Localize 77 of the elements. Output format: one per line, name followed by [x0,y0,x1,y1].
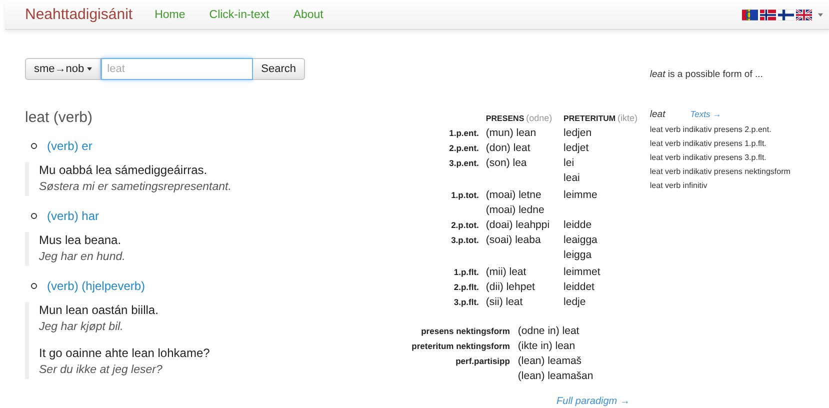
example-translation: Ser du ikke at jeg leser? [39,363,162,378]
flag-icon[interactable] [742,8,758,20]
bullet-icon [31,283,37,289]
paradigm-form: (son) lea [486,156,528,171]
paradigm-form: leigga [564,248,593,263]
analysis-text: leat verb indikativ presens 1.p.flt. [650,138,768,150]
bullet-icon [31,143,37,149]
language-dropdown[interactable]: sme→nob [25,58,102,80]
example-translation: Jeg har en hund. [39,250,126,265]
paradigm-form: (mun) lean [486,126,538,141]
row-label: presens nektingsform [420,325,510,338]
example-sentence: Mun lean oastán biilla. [39,302,158,319]
analysis-text: leat verb indikativ presens nektingsform [650,166,792,178]
row-label: 2.p.ent. [448,142,479,155]
paradigm-form: ledjen [564,126,593,141]
intro-text: leat is a possible form of ... [650,69,764,80]
row-label: preteritum nektingsform [410,340,510,353]
analysis-text: leat verb indikativ presens 3.p.flt. [650,152,768,164]
caret-icon[interactable] [818,12,823,16]
sense-link[interactable]: (verb) har [47,209,100,223]
flag-icon[interactable] [760,8,776,20]
row-label: 2.p.tot. [450,219,479,232]
column-heading: PRETERITUM [564,114,616,123]
column-heading: PRESENS [486,114,524,123]
row-label: 2.p.flt. [452,281,479,294]
texts-link[interactable]: Texts → [690,109,722,119]
example-translation: Søstera mi er sametingsrepresentant. [39,180,232,195]
flag-icon[interactable] [796,8,812,20]
paradigm-form: leimmet [564,265,602,280]
analysis-text: leat verb indikativ presens 2.p.ent. [650,124,772,136]
sense-link[interactable]: (verb) er [47,139,92,153]
analysis-text: leat verb infinitiv [650,180,708,192]
row-label: 3.p.tot. [450,234,479,247]
paradigm-form: (don) leat [486,141,532,156]
column-note: (ikte) [618,113,638,123]
row-label: 3.p.ent. [448,157,479,170]
paradigm-form: leimme [564,188,598,203]
row-label: perf.partisipp [454,355,510,368]
brand-link[interactable]: Neahttadigisánit [25,6,133,23]
paradigm-form: (ikte in) lean [518,339,576,354]
paradigm-form: ledjet [564,141,590,156]
paradigm-form: (lean) leamaš [518,354,583,369]
full-paradigm-link[interactable]: Full paradigm → [556,396,630,407]
paradigm-form: leiddet [564,280,596,295]
paradigm-form: leidde [564,218,593,233]
paradigm-form: (moai) letne [486,188,542,203]
paradigm-form: (moai) ledne [486,203,546,218]
sense-link[interactable]: (verb) (hjelpeverb) [47,279,146,293]
bullet-icon [31,213,37,219]
paradigm-form: (sii) leat [486,295,524,310]
caret-icon [87,67,92,71]
example-sentence: Mus lea beana. [39,232,122,249]
entry-title: leat (verb) [25,109,94,126]
nav-link[interactable]: Home [154,8,186,20]
nav-link[interactable]: About [293,8,324,20]
example-sentence: Mu oabbá lea sámediggeáirras. [39,162,208,179]
lemma-text: leat [650,109,666,120]
row-label: 1.p.tot. [450,189,479,202]
nav-link[interactable]: Click-in-text [209,8,270,20]
paradigm-form: leaigga [564,233,598,248]
paradigm-form: (soai) leaba [486,233,542,248]
paradigm-form: (odne in) leat [518,324,580,339]
paradigm-form: (lean) leamašan [518,369,594,384]
example-sentence: It go oainne ahte lean lohkame? [39,345,210,362]
paradigm-form: lei [564,156,576,171]
paradigm-form: (doai) leahppi [486,218,551,233]
example-translation: Jeg har kjøpt bil. [39,320,124,335]
search-button[interactable]: Search [253,58,305,80]
row-label: 1.p.ent. [448,127,479,140]
row-label: 3.p.flt. [452,296,479,309]
row-label: 1.p.flt. [452,266,479,279]
paradigm-form: (dii) lehpet [486,280,536,295]
paradigm-form: leai [564,171,581,186]
paradigm-form: ledje [564,295,587,310]
search-field[interactable]: leat [101,58,254,80]
paradigm-form: (mii) leat [486,265,528,280]
column-note: (odne) [526,113,552,123]
